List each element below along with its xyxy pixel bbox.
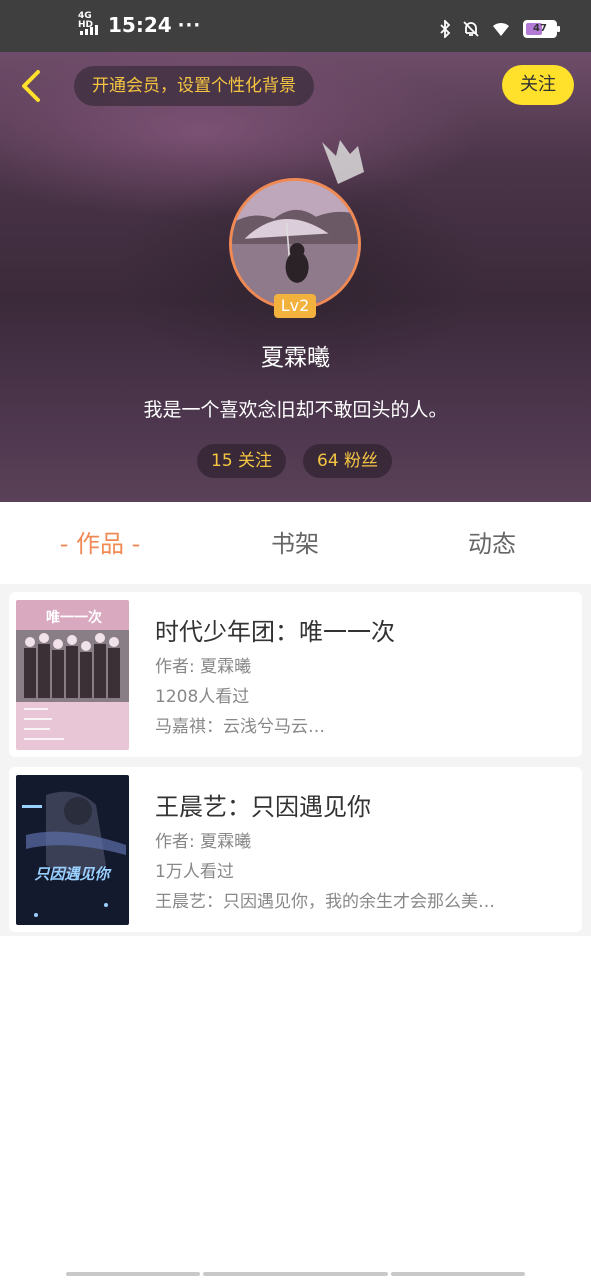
clock: 15:24 [108,13,172,37]
network-indicator: 4G HD [78,12,102,38]
tab-works[interactable]: - 作品 - [40,502,160,582]
list-item[interactable]: 只因遇见你 王晨艺：只因遇见你 作者: 夏霖曦 1万人看过 王晨艺：只因遇见你，… [9,767,582,932]
tab-bookshelf[interactable]: 书架 [235,502,355,582]
more-notifications: ··· [177,14,202,36]
book-description: 王晨艺：只因遇见你，我的余生才会那么美… [155,892,495,912]
avatar-image [232,181,358,307]
nav-segment[interactable] [391,1272,525,1276]
signal-icon [80,25,98,35]
follow-button[interactable]: 关注 [502,65,574,105]
level-badge: Lv2 [274,294,316,318]
status-bar: 4G HD 15:24 ··· 47 [0,0,591,52]
nav-segment[interactable] [203,1272,388,1276]
nav-segment[interactable] [66,1272,200,1276]
book-title: 时代少年团：唯一一次 [155,618,395,646]
book-author: 作者: 夏霖曦 [155,832,252,852]
wifi-icon [493,22,509,36]
profile-tabs: - 作品 - 书架 动态 [0,502,591,582]
gesture-navigation-bar [0,1272,591,1276]
back-arrow-icon[interactable] [14,66,54,106]
battery-level: 47 [533,23,547,34]
user-bio: 我是一个喜欢念旧却不敢回头的人。 [143,399,448,421]
book-views: 1万人看过 [155,862,234,882]
profile-header: 开通会员，设置个性化背景 关注 Lv2 夏霖曦 我是一个喜欢念旧却不敢回头的人。… [0,52,591,502]
book-author: 作者: 夏霖曦 [155,657,252,677]
username: 夏霖曦 [261,345,330,371]
following-count[interactable]: 15 关注 [197,444,287,478]
vip-background-promo[interactable]: 开通会员，设置个性化背景 [74,66,314,106]
book-title: 王晨艺：只因遇见你 [155,793,371,821]
works-list: 唯一一次 时代少年团：唯一一次 作者: 夏霖曦 1208人看过 马嘉祺：云浅兮马… [0,584,591,936]
cover-title: 只因遇见你 [34,865,112,883]
book-description: 马嘉祺：云浅兮马云… [155,717,325,737]
followers-count[interactable]: 64 粉丝 [303,444,393,478]
cover-title: 唯一一次 [46,609,102,626]
book-cover[interactable]: 只因遇见你 [16,775,129,925]
book-views: 1208人看过 [155,687,250,707]
book-cover[interactable]: 唯一一次 [16,600,129,750]
avatar[interactable] [229,178,361,310]
list-item[interactable]: 唯一一次 时代少年团：唯一一次 作者: 夏霖曦 1208人看过 马嘉祺：云浅兮马… [9,592,582,757]
bluetooth-icon [440,20,451,38]
mute-icon [463,21,479,37]
tab-activity[interactable]: 动态 [432,502,552,582]
battery-icon: 47 [523,20,560,38]
